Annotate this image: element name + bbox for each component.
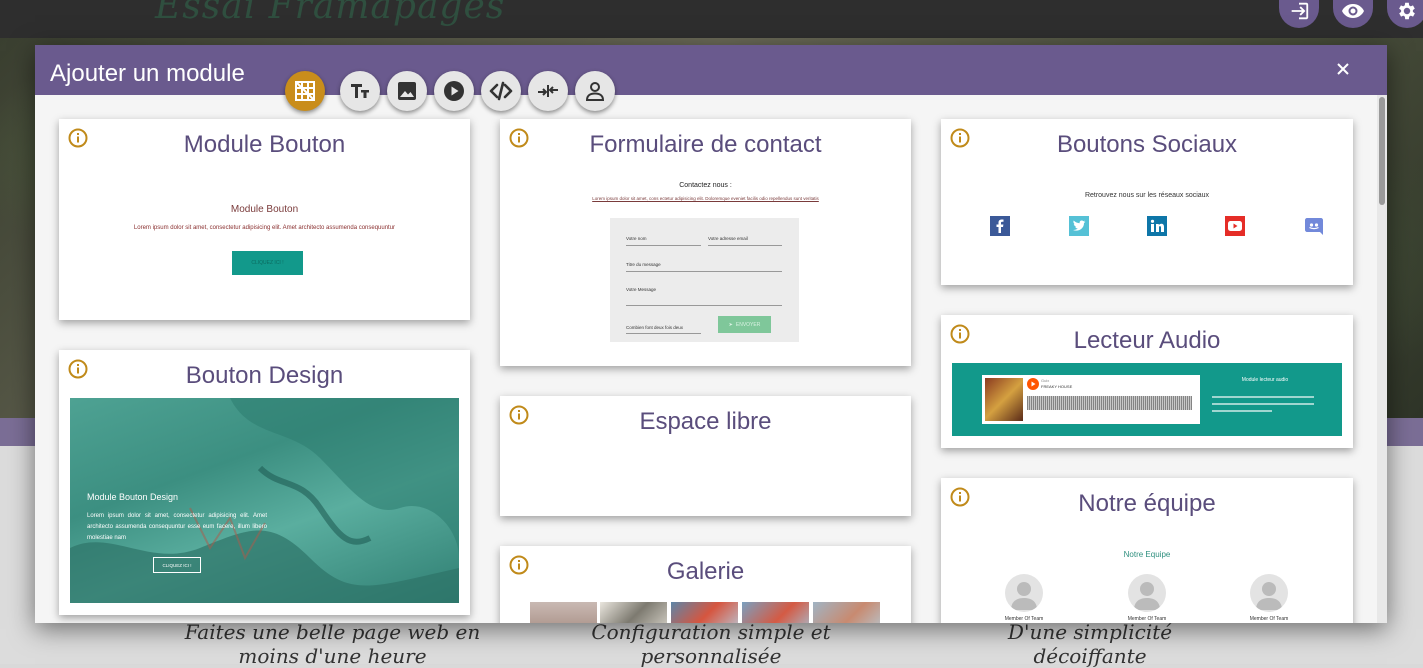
preview-heading: Notre Equipe — [1123, 550, 1171, 559]
person-icon — [1256, 582, 1282, 610]
feature-text: Faites une belle page web en moins d'une… — [184, 620, 481, 668]
preview-field: Votre adresse email — [708, 236, 782, 246]
preview-heading: Module Bouton Design — [87, 492, 179, 502]
feature-text: D'une simplicité décoiffante — [1007, 620, 1173, 668]
grid-icon — [295, 81, 315, 101]
sign-in-icon — [1291, 2, 1309, 20]
soundcloud-player: Guix FREAKY HOUSE — [982, 375, 1200, 424]
person-icon — [585, 82, 605, 101]
close-button[interactable] — [1331, 57, 1355, 81]
module-card-formulaire[interactable]: Formulaire de contact Contactez nous : L… — [500, 119, 911, 366]
gallery-thumbnail — [600, 602, 667, 623]
card-title: Formulaire de contact — [589, 131, 822, 158]
modal-header: Ajouter un module — [35, 45, 1387, 95]
play-icon — [1027, 378, 1039, 390]
preview-text-line — [1212, 403, 1314, 405]
avatar — [1005, 574, 1043, 612]
preview-text: Lorem ipsum dolor sit amet, cons ectetur… — [592, 196, 819, 201]
preview-button: CLIQUEZ ICI ! — [232, 251, 303, 275]
module-card-lecteur-audio[interactable]: Lecteur Audio Guix FREAKY HOUSE Module l… — [941, 315, 1353, 448]
audio-preview: Guix FREAKY HOUSE Module lecteur audio — [952, 363, 1342, 436]
filter-image-button[interactable] — [387, 71, 427, 111]
member-name: Member Of Team — [1004, 616, 1044, 622]
gallery-thumbnail — [813, 602, 880, 623]
add-module-modal: Ajouter un module Module Bouton Module B… — [35, 45, 1387, 623]
code-icon — [489, 81, 513, 101]
person-icon — [1011, 582, 1037, 610]
card-title: Notre équipe — [1078, 490, 1216, 517]
preview-text: Retrouvez nous sur les réseaux sociaux — [1084, 192, 1210, 199]
module-card-boutons-sociaux[interactable]: Boutons Sociaux Retrouvez nous sur les r… — [941, 119, 1353, 285]
card-title: Boutons Sociaux — [1056, 131, 1238, 158]
filter-layout-button[interactable] — [528, 71, 568, 111]
card-title: Bouton Design — [185, 362, 344, 389]
preview-text: Lorem ipsum dolor sit amet, consectetur … — [87, 513, 267, 541]
preview-text-line — [1212, 410, 1272, 412]
module-card-bouton-design[interactable]: Bouton Design Module Bouton Design Lorem… — [59, 350, 470, 615]
preview-heading: Contactez nous : — [679, 182, 732, 189]
merge-icon — [538, 85, 558, 97]
preview-field: Titre du message — [626, 262, 782, 272]
gallery-thumbnail — [530, 602, 597, 623]
preview-send-button: ➤ ENVOYER — [718, 316, 771, 333]
text-icon — [351, 84, 369, 98]
avatar — [1250, 574, 1288, 612]
preview-form: Votre nom Votre adresse email Titre du m… — [610, 218, 799, 342]
image-icon — [398, 82, 416, 100]
module-card-espace-libre[interactable]: Espace libre — [500, 396, 911, 516]
preview-image: Module Bouton Design Lorem ipsum dolor s… — [70, 398, 459, 603]
filter-team-button[interactable] — [575, 71, 615, 111]
filter-media-button[interactable] — [434, 71, 474, 111]
send-icon: ➤ — [728, 321, 733, 328]
preview-heading: Module lecteur audio — [1241, 377, 1289, 383]
eye-icon — [1342, 4, 1364, 18]
modal-scrollbar[interactable] — [1377, 95, 1387, 623]
filter-all-button[interactable] — [285, 71, 325, 111]
preview-field: Votre Message — [626, 287, 782, 306]
gallery-thumbnail — [671, 602, 738, 623]
waveform — [1027, 396, 1192, 410]
module-card-notre-equipe[interactable]: Notre équipe Notre Equipe Member Of Team… — [941, 478, 1353, 623]
preview-send-label: ENVOYER — [735, 321, 761, 328]
track-artwork — [985, 378, 1023, 421]
track-user: Guix — [1041, 378, 1050, 383]
gear-icon — [1399, 2, 1415, 20]
discord-icon — [1305, 218, 1323, 235]
sign-in-button[interactable] — [1279, 0, 1319, 28]
settings-button[interactable] — [1387, 0, 1423, 28]
module-card-bouton[interactable]: Module Bouton Module Bouton Lorem ipsum … — [59, 119, 470, 320]
close-icon — [1337, 63, 1349, 75]
person-icon — [1134, 582, 1160, 610]
preview-text-line — [1212, 396, 1314, 398]
modal-title: Ajouter un module — [50, 60, 245, 87]
play-icon — [444, 81, 464, 101]
card-title: Lecteur Audio — [1073, 327, 1221, 354]
member-name: Member Of Team — [1127, 616, 1167, 622]
twitter-icon — [1069, 216, 1089, 236]
site-title: Essai Framapages — [155, 0, 506, 27]
filter-code-button[interactable] — [481, 71, 521, 111]
facebook-icon — [990, 216, 1010, 236]
feature-text: Configuration simple et personnalisée — [591, 620, 831, 668]
scroll-thumb[interactable] — [1379, 97, 1385, 205]
preview-field: Votre nom — [626, 236, 701, 246]
linkedin-icon — [1147, 216, 1167, 236]
preview-button: CLIQUEZ ICI ! — [153, 557, 201, 573]
filter-text-button[interactable] — [340, 71, 380, 111]
card-title: Module Bouton — [183, 131, 346, 158]
gallery-thumbnail — [742, 602, 809, 623]
preview-heading: Module Bouton — [230, 204, 299, 215]
site-topbar: Essai Framapages — [0, 0, 1423, 38]
avatar — [1128, 574, 1166, 612]
module-card-galerie[interactable]: Galerie — [500, 546, 911, 623]
preview-text: Lorem ipsum dolor sit amet, consectetur … — [133, 225, 396, 231]
member-name: Member Of Team — [1249, 616, 1289, 622]
track-name: FREAKY HOUSE — [1041, 384, 1073, 389]
card-title: Galerie — [666, 558, 745, 585]
card-title: Espace libre — [639, 408, 772, 435]
youtube-icon — [1225, 216, 1245, 236]
preview-field: Combien font deux fois deux — [626, 325, 701, 334]
preview-button[interactable] — [1333, 0, 1373, 28]
